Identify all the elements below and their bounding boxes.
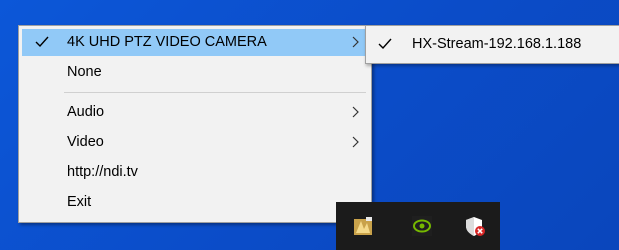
menu-item-video[interactable]: Video <box>22 129 366 156</box>
menu-item-none[interactable]: None <box>22 59 366 86</box>
menu-item-label: Audio <box>67 104 105 120</box>
menu-item-label: Video <box>67 134 104 150</box>
menu-item-ndi-link[interactable]: http://ndi.tv <box>22 159 366 186</box>
menu-item-audio[interactable]: Audio <box>22 99 366 126</box>
menu-item-exit[interactable]: Exit <box>22 189 366 216</box>
menu-item-camera[interactable]: 4K UHD PTZ VIDEO CAMERA <box>22 29 366 56</box>
ndi-tray-icon[interactable] <box>352 215 374 237</box>
menu-item-label: None <box>67 64 102 80</box>
checkmark-icon <box>378 38 392 50</box>
menu-item-label: http://ndi.tv <box>67 164 138 180</box>
nvidia-icon[interactable] <box>411 215 433 237</box>
chevron-right-icon <box>352 36 359 48</box>
submenu-item-hx-stream[interactable]: HX-Stream-192.168.1.188 <box>366 26 619 63</box>
menu-item-label: 4K UHD PTZ VIDEO CAMERA <box>67 34 267 50</box>
checkmark-icon <box>35 36 49 48</box>
submenu-item-label: HX-Stream-192.168.1.188 <box>412 36 582 52</box>
chevron-right-icon <box>352 106 359 118</box>
chevron-right-icon <box>352 136 359 148</box>
menu-separator <box>64 92 366 93</box>
tray-context-menu: 4K UHD PTZ VIDEO CAMERA None Audio Video… <box>18 25 372 223</box>
windows-security-alert-icon[interactable] <box>464 215 486 237</box>
menu-item-label: Exit <box>67 194 92 210</box>
camera-submenu: HX-Stream-192.168.1.188 <box>365 25 619 64</box>
